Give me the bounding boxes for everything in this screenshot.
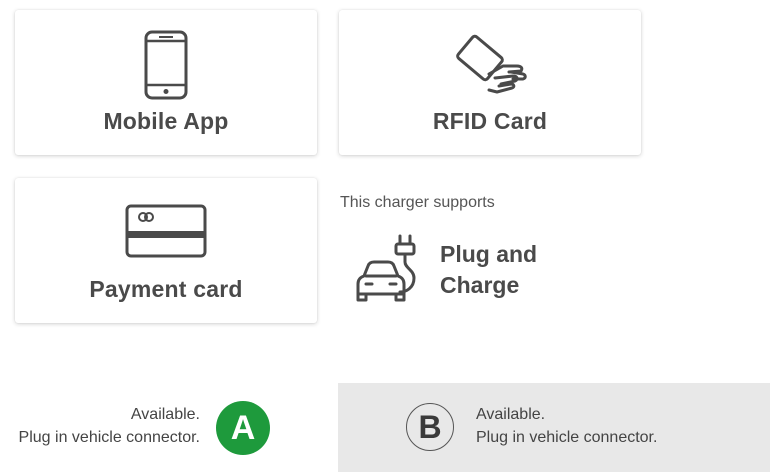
plug-and-charge-label: Plug and Charge: [440, 241, 538, 298]
payment-card-label: Payment card: [89, 276, 243, 302]
connector-b-text: Available. Plug in vehicle connector.: [476, 403, 657, 449]
connector-a-badge: A: [216, 401, 270, 455]
mobile-app-label: Mobile App: [103, 108, 229, 134]
connector-b-instruction: Plug in vehicle connector.: [476, 429, 658, 446]
connector-b-badge: B: [406, 403, 454, 451]
plug-and-charge-feature: Plug and Charge: [352, 232, 570, 308]
supports-caption: This charger supports: [340, 194, 495, 211]
payment-card-button[interactable]: Payment card: [15, 178, 317, 323]
connector-a-instruction: Plug in vehicle connector.: [18, 429, 200, 446]
charger-screen: Mobile App RFID Card Payment card This c…: [0, 0, 770, 472]
credit-card-icon: [125, 204, 207, 258]
connector-a-text: Available. Plug in vehicle connector.: [19, 403, 200, 449]
connector-b-panel[interactable]: B Available. Plug in vehicle connector.: [338, 383, 770, 472]
rfid-card-button[interactable]: RFID Card: [339, 10, 641, 155]
rfid-card-tap-icon: [456, 34, 527, 94]
mobile-app-button[interactable]: Mobile App: [15, 10, 317, 155]
connector-a-status: Available.: [130, 406, 200, 423]
rfid-card-label: RFID Card: [432, 108, 548, 134]
smartphone-icon: [144, 30, 188, 100]
connector-b-status: Available.: [476, 406, 546, 423]
connector-a-panel[interactable]: Available. Plug in vehicle connector. A: [0, 383, 336, 472]
car-plug-icon: [356, 234, 416, 302]
